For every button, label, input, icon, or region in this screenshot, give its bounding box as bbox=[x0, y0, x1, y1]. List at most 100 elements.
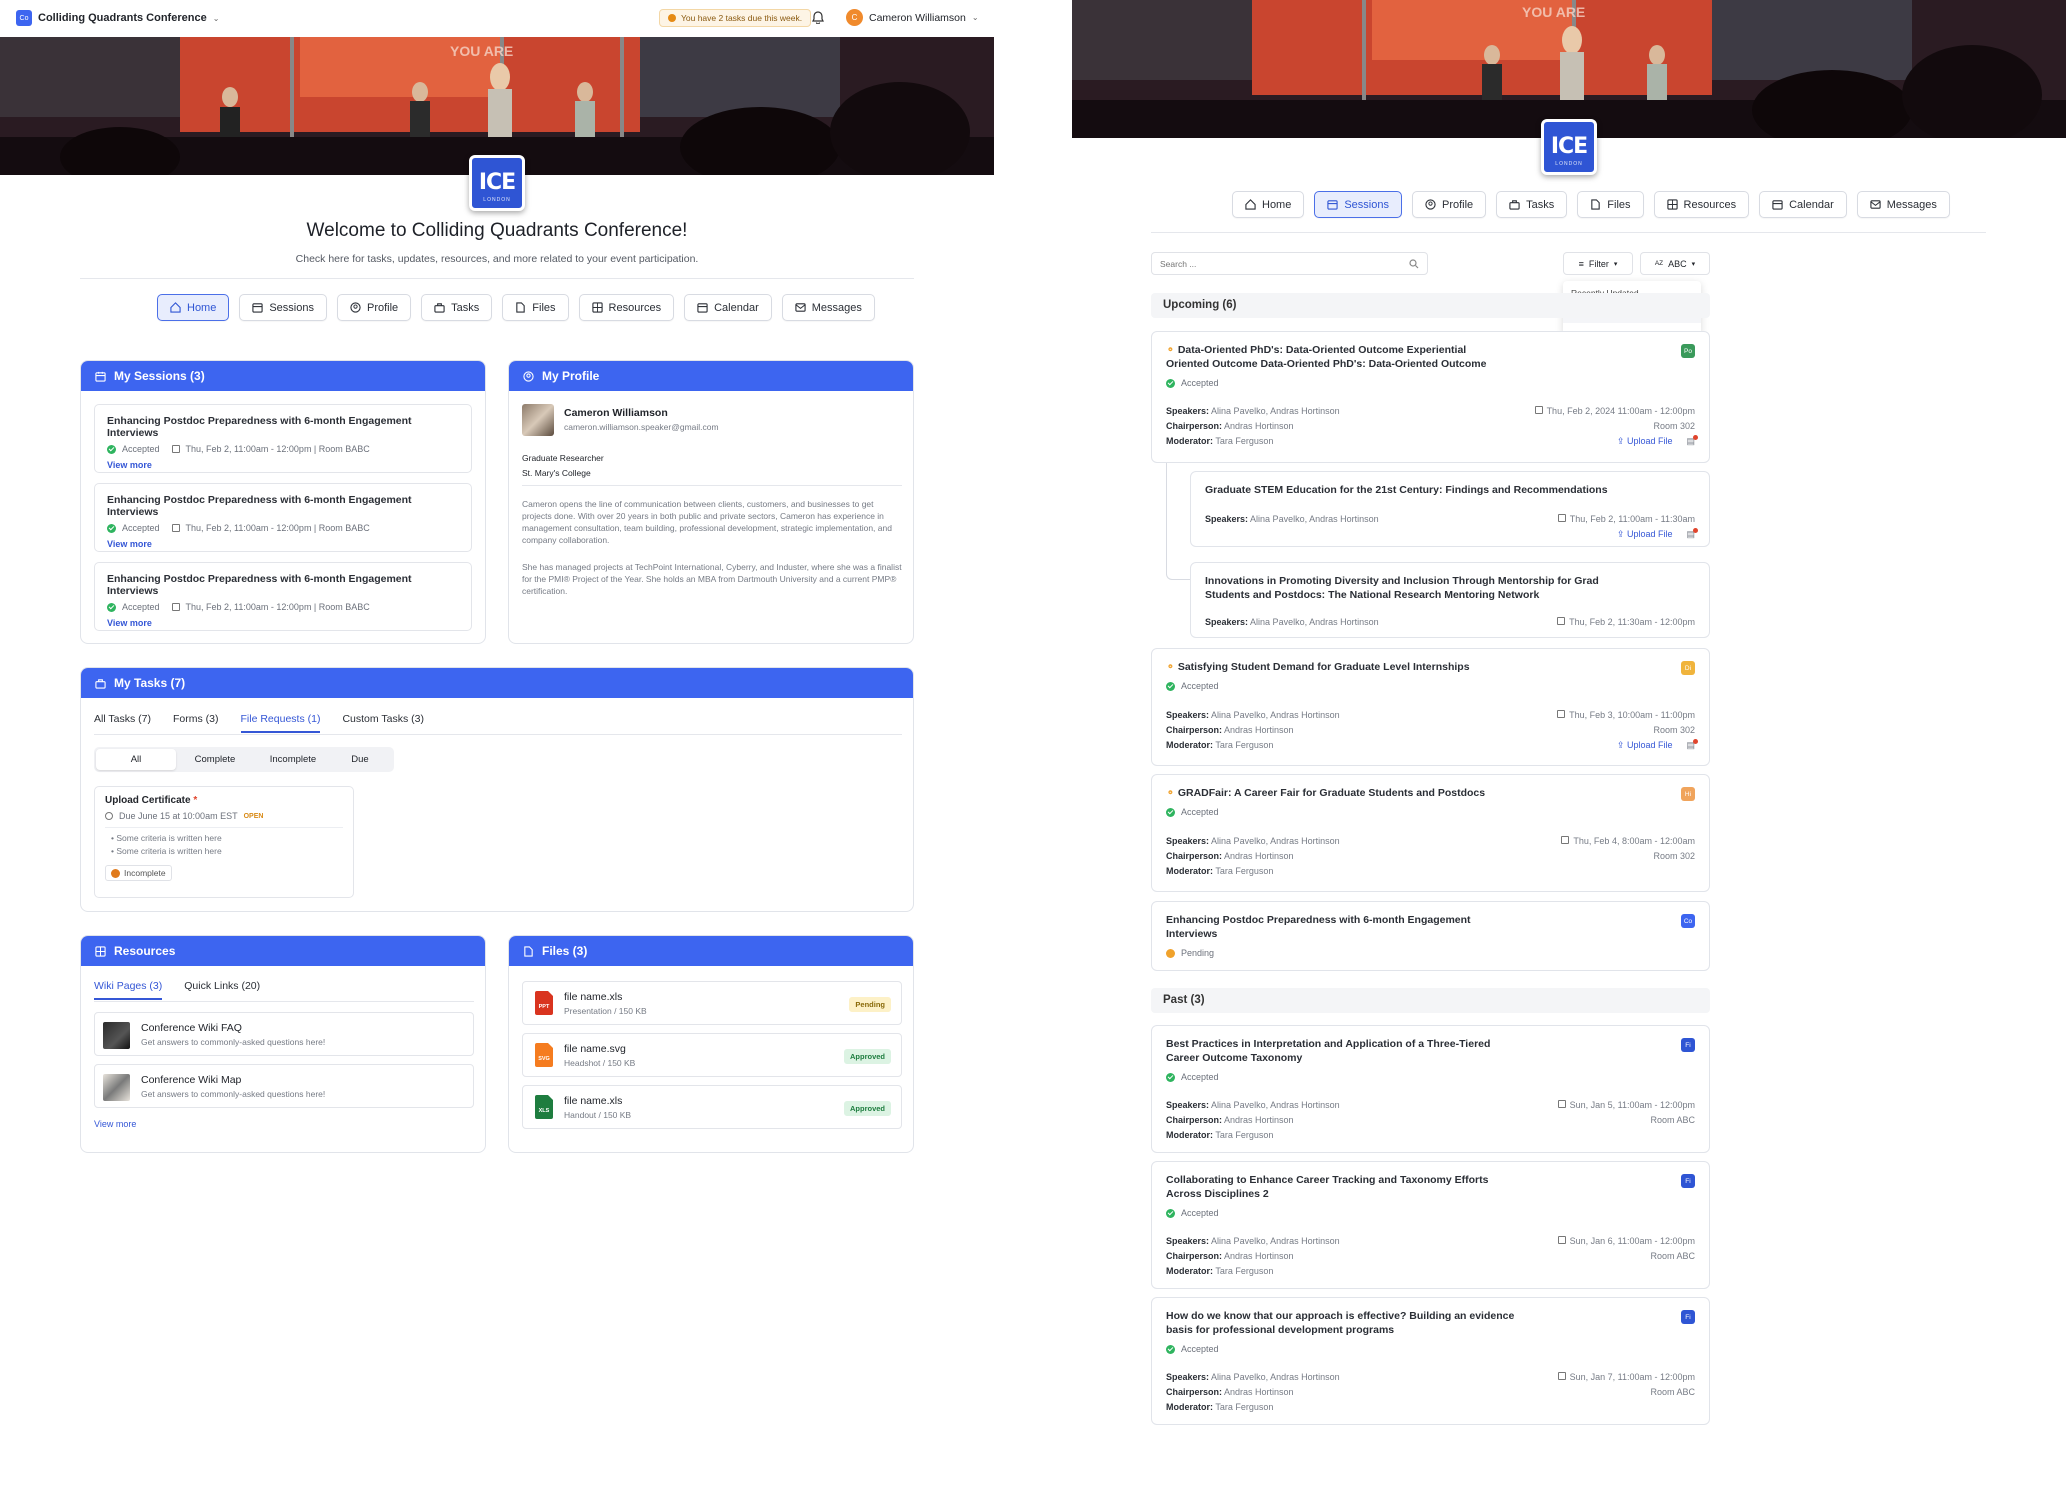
nav-files-button[interactable]: Files bbox=[502, 294, 569, 321]
session-card[interactable]: Innovations in Promoting Diversity and I… bbox=[1190, 562, 1710, 638]
nav-sessions-button[interactable]: Sessions bbox=[239, 294, 327, 321]
conference-switcher[interactable]: Co Colliding Quadrants Conference ⌄ bbox=[16, 10, 219, 26]
home-icon bbox=[170, 302, 181, 313]
file-item[interactable]: XLS file name.xls Handout / 150 KB Approved bbox=[522, 1085, 902, 1129]
session-card[interactable]: How do we know that our approach is effe… bbox=[1151, 1297, 1710, 1425]
nav-profile-button[interactable]: Profile bbox=[1411, 191, 1487, 218]
resource-item[interactable]: Conference Wiki FAQ Get answers to common… bbox=[94, 1012, 474, 1056]
tasks-due-alert[interactable]: You have 2 tasks due this week. bbox=[659, 9, 812, 27]
nav-tasks-button[interactable]: Tasks bbox=[1496, 191, 1568, 218]
moderator-value: Tara Ferguson bbox=[1215, 436, 1274, 446]
file-item[interactable]: SVG file name.svg Headshot / 150 KB Approve… bbox=[522, 1033, 902, 1077]
card-header: My Profile bbox=[509, 361, 913, 391]
user-circle-icon bbox=[1425, 199, 1436, 210]
nav-messages-button[interactable]: Messages bbox=[781, 294, 875, 321]
nav-label: Resources bbox=[1683, 198, 1737, 211]
upload-icon: ⇪ bbox=[1616, 740, 1625, 750]
task-tab[interactable]: Custom Tasks (3) bbox=[342, 713, 424, 733]
people-block: Speakers: Alina Pavelko, Andras Hortinso… bbox=[1205, 615, 1379, 630]
file-name: file name.svg bbox=[564, 1043, 626, 1055]
nav-calendar-button[interactable]: Calendar bbox=[684, 294, 772, 321]
session-item[interactable]: Enhancing Postdoc Preparedness with 6-mo… bbox=[94, 483, 472, 552]
session-card[interactable]: Enhancing Postdoc Preparedness with 6-mo… bbox=[1151, 901, 1710, 971]
sort-button[interactable]: AZ ABC ▾ bbox=[1640, 252, 1710, 275]
briefcase-icon bbox=[1509, 199, 1520, 210]
briefcase-icon bbox=[434, 302, 445, 313]
nav-home-button[interactable]: Home bbox=[1232, 191, 1305, 218]
task-tab[interactable]: File Requests (1) bbox=[240, 713, 321, 733]
task-tab[interactable]: All Tasks (7) bbox=[94, 713, 151, 733]
calendar-icon bbox=[1557, 514, 1566, 522]
moderator-row: Moderator: Tara Ferguson bbox=[1166, 864, 1340, 879]
nav-resources-button[interactable]: Resources bbox=[578, 294, 675, 321]
view-more-link[interactable]: View more bbox=[107, 539, 152, 549]
session-card[interactable]: ⚬ Satisfying Student Demand for Graduate … bbox=[1151, 648, 1710, 766]
filter-incomplete[interactable]: Incomplete bbox=[254, 749, 332, 770]
session-card[interactable]: Best Practices in Interpretation and App… bbox=[1151, 1025, 1710, 1153]
card-header: My Tasks (7) bbox=[81, 668, 913, 698]
filter-button[interactable]: ≡ Filter ▾ bbox=[1563, 252, 1633, 275]
speakers-value: Alina Pavelko, Andras Hortinson bbox=[1250, 514, 1379, 524]
nav-home-button[interactable]: Home bbox=[157, 294, 230, 321]
attachment-icon[interactable]: ▤ bbox=[1686, 435, 1698, 446]
upload-file-link[interactable]: Upload File bbox=[1627, 740, 1673, 750]
session-card[interactable]: Collaborating to Enhance Career Tracking… bbox=[1151, 1161, 1710, 1289]
nav-sessions-button[interactable]: Sessions bbox=[1314, 191, 1402, 218]
resource-tab[interactable]: Wiki Pages (3) bbox=[94, 980, 163, 1000]
session-room: Room ABC bbox=[1650, 1115, 1695, 1125]
user-menu[interactable]: C Cameron Williamson ⌄ bbox=[846, 9, 979, 26]
filter-label: Filter bbox=[1588, 258, 1609, 269]
divider bbox=[94, 1001, 474, 1002]
bell-icon[interactable] bbox=[812, 11, 824, 27]
criteria-text: Some criteria is written here bbox=[116, 846, 222, 856]
logo-main-text: ICE bbox=[478, 170, 516, 195]
check-circle-icon bbox=[107, 444, 116, 454]
nav-resources-button[interactable]: Resources bbox=[1653, 191, 1750, 218]
session-card[interactable]: Graduate STEM Education for the 21st Cen… bbox=[1190, 471, 1710, 547]
session-title-row: How do we know that our approach is effe… bbox=[1166, 1309, 1526, 1337]
session-item[interactable]: Enhancing Postdoc Preparedness with 6-mo… bbox=[94, 562, 472, 631]
task-tab[interactable]: Forms (3) bbox=[173, 713, 219, 733]
resource-item[interactable]: Conference Wiki Map Get answers to common… bbox=[94, 1064, 474, 1108]
speakers-row: Speakers: Alina Pavelko, Andras Hortinso… bbox=[1166, 404, 1340, 419]
nav-label: Profile bbox=[1441, 198, 1474, 211]
speakers-row: Speakers: Alina Pavelko, Andras Hortinso… bbox=[1166, 708, 1340, 723]
upload-row: ⇪ Upload File ▤ bbox=[1558, 527, 1698, 542]
upload-file-link[interactable]: Upload File bbox=[1627, 436, 1673, 446]
label: Moderator: bbox=[1166, 1266, 1213, 1276]
session-card[interactable]: ⚬ GRADFair: A Career Fair for Graduate St… bbox=[1151, 774, 1710, 892]
chair-row: Chairperson: Andras Hortinson bbox=[1166, 1385, 1340, 1400]
task-card[interactable]: Upload Certificate * Due June 15 at 10:0… bbox=[94, 786, 354, 898]
nav-profile-button[interactable]: Profile bbox=[336, 294, 412, 321]
nav-tasks-button[interactable]: Tasks bbox=[421, 294, 493, 321]
file-name: file name.xls bbox=[564, 1095, 623, 1107]
nav-messages-button[interactable]: Messages bbox=[1856, 191, 1950, 218]
session-when: Thu, Feb 2, 2024 11:00am - 12:00pm bbox=[1546, 406, 1695, 416]
attachment-icon[interactable]: ▤ bbox=[1686, 739, 1698, 750]
view-more-link[interactable]: View more bbox=[94, 1119, 136, 1129]
filter-complete[interactable]: Complete bbox=[176, 749, 254, 770]
file-meta: Presentation / 150 KB bbox=[564, 1006, 647, 1016]
resource-tab[interactable]: Quick Links (20) bbox=[184, 980, 260, 1000]
filter-due[interactable]: Due bbox=[332, 749, 388, 770]
track-tag: Fi bbox=[1681, 1038, 1695, 1052]
session-item[interactable]: Enhancing Postdoc Preparedness with 6-mo… bbox=[94, 404, 472, 473]
task-title: Upload Certificate bbox=[105, 795, 191, 806]
search-input[interactable] bbox=[1152, 253, 1392, 275]
nav-calendar-button[interactable]: Calendar bbox=[1759, 191, 1847, 218]
track-tag: Po bbox=[1681, 344, 1695, 358]
file-item[interactable]: PPT file name.xls Presentation / 150 KB Pen… bbox=[522, 981, 902, 1025]
session-card[interactable]: ⚬ Data-Oriented PhD's: Data-Oriented Outc… bbox=[1151, 331, 1710, 463]
required-marker: * bbox=[193, 795, 198, 806]
nav-label: Resources bbox=[608, 301, 662, 314]
attachment-icon[interactable]: ▤ bbox=[1686, 528, 1698, 539]
filter-all[interactable]: All bbox=[96, 749, 176, 770]
view-more-link[interactable]: View more bbox=[107, 618, 152, 628]
mail-icon bbox=[795, 302, 806, 313]
grid-icon bbox=[591, 302, 603, 313]
page-title: Welcome to Colliding Quadrants Conferenc… bbox=[306, 220, 688, 241]
nav-files-button[interactable]: Files bbox=[1577, 191, 1644, 218]
search-box[interactable] bbox=[1151, 252, 1428, 275]
upload-file-link[interactable]: Upload File bbox=[1627, 529, 1673, 539]
view-more-link[interactable]: View more bbox=[107, 460, 152, 470]
